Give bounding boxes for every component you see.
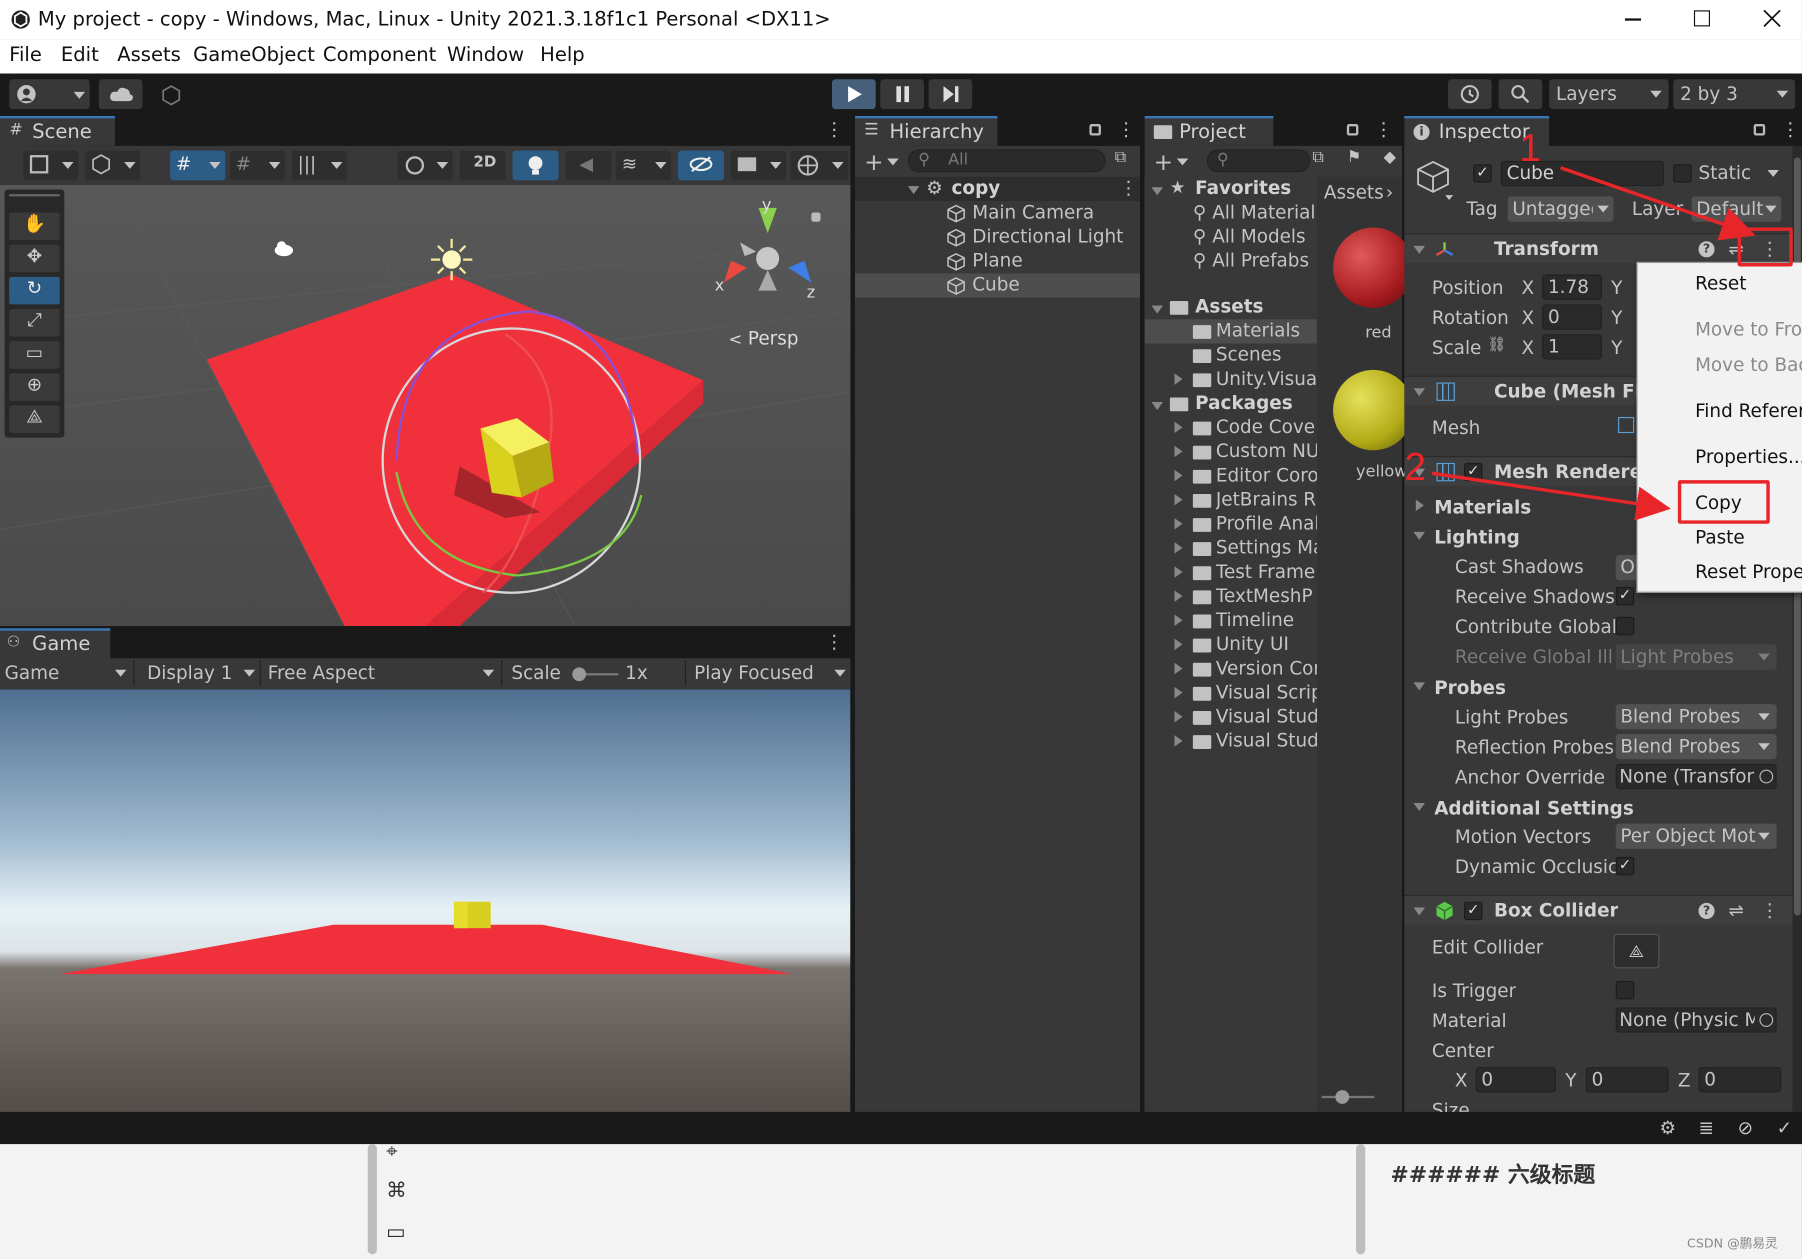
annotation-number-2: 2 bbox=[1404, 445, 1427, 490]
annotation-number-1: 1 bbox=[1519, 126, 1541, 171]
annotation-arrows bbox=[1431, 166, 1756, 521]
